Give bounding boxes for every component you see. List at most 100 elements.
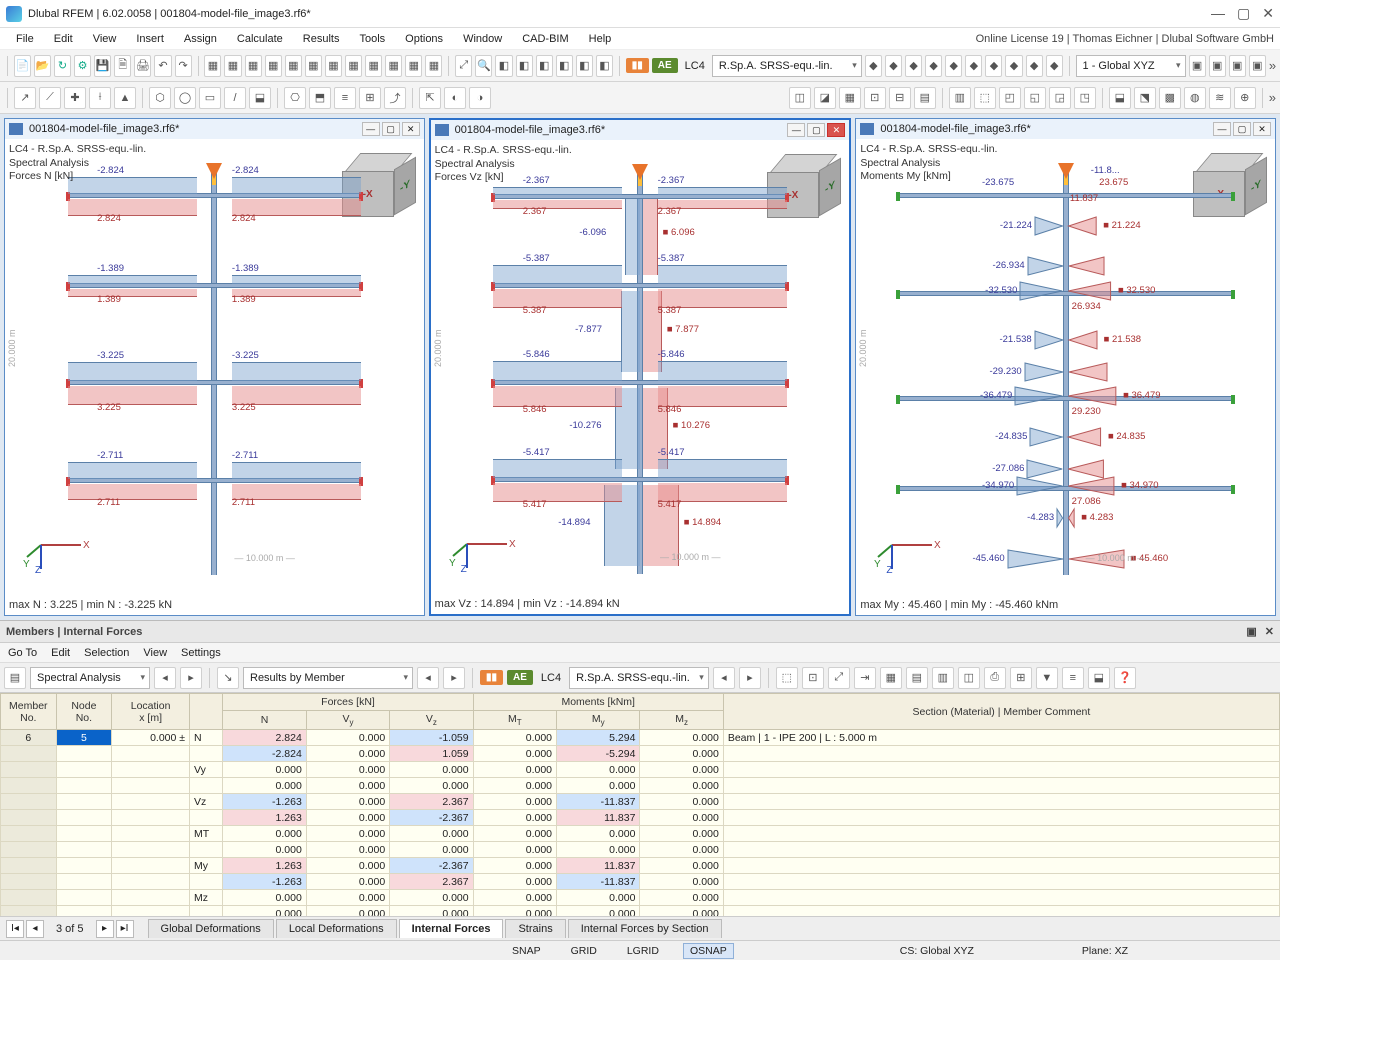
draw-button[interactable]: ◯: [174, 87, 196, 109]
pane-close-button[interactable]: ✕: [1253, 122, 1271, 136]
minimize-button[interactable]: —: [1211, 5, 1225, 22]
draw-button[interactable]: ⟊: [89, 87, 111, 109]
view-button[interactable]: ◧: [596, 55, 613, 77]
misc-button[interactable]: ▣: [1209, 55, 1226, 77]
save-button[interactable]: 💾: [94, 55, 111, 77]
table-tool-button[interactable]: ⤢: [828, 667, 850, 689]
misc-button[interactable]: ▣: [1189, 55, 1206, 77]
cs-indicator[interactable]: CS: Global XYZ: [894, 944, 980, 958]
table-row[interactable]: MT 0.000 0.000 0.000 0.000 0.000 0.000: [1, 826, 1280, 842]
tool-button[interactable]: ▦: [345, 55, 362, 77]
table-tool-button[interactable]: ▥: [932, 667, 954, 689]
col-MT[interactable]: MT: [473, 711, 556, 730]
table-row[interactable]: Vy 0.000 0.000 0.000 0.000 0.000 0.000: [1, 762, 1280, 778]
table-row[interactable]: 0.000 0.000 0.000 0.000 0.000 0.000: [1, 778, 1280, 794]
col-Vy[interactable]: Vy: [306, 711, 389, 730]
cs-selector[interactable]: 1 - Global XYZ: [1076, 55, 1186, 77]
next-resultsby-button[interactable]: ▸: [443, 667, 465, 689]
menu-calculate[interactable]: Calculate: [227, 31, 293, 47]
table-tool-button[interactable]: ⬓: [1088, 667, 1110, 689]
filter-button[interactable]: ⊟: [889, 87, 911, 109]
tool-button[interactable]: ▦: [204, 55, 221, 77]
filter-button[interactable]: ⬚: [974, 87, 996, 109]
pane-canvas[interactable]: LC4 - R.Sp.A. SRSS-equ.-lin.Spectral Ana…: [856, 139, 1275, 615]
table-row[interactable]: 0.000 0.000 0.000 0.000 0.000 0.000: [1, 906, 1280, 916]
results-menu-settings[interactable]: Settings: [181, 647, 221, 659]
table-tool-button[interactable]: ⇥: [854, 667, 876, 689]
table-tool-button[interactable]: ≡: [1062, 667, 1084, 689]
view-button[interactable]: ◧: [495, 55, 512, 77]
draw-button[interactable]: ⬒: [309, 87, 331, 109]
viewport-pane-2[interactable]: 001804-model-file_image3.rf6* — ▢ ✕ LC4 …: [429, 118, 852, 616]
pane-min-button[interactable]: —: [362, 122, 380, 136]
prev-page-button[interactable]: ◂: [26, 920, 44, 938]
result-button[interactable]: ◆: [1026, 55, 1043, 77]
table-row[interactable]: 6 5 0.000 ± N 2.824 0.000 -1.059 0.000 5…: [1, 730, 1280, 746]
filter-button[interactable]: ◱: [1024, 87, 1046, 109]
menu-edit[interactable]: Edit: [44, 31, 83, 47]
analysis-selector[interactable]: Spectral Analysis: [30, 667, 150, 689]
menu-options[interactable]: Options: [395, 31, 453, 47]
col-Mz[interactable]: Mz: [640, 711, 723, 730]
snap-toggle[interactable]: SNAP: [506, 944, 547, 958]
last-page-button[interactable]: ▸I: [116, 920, 134, 938]
results-tab-global-deformations[interactable]: Global Deformations: [148, 919, 274, 938]
menu-tools[interactable]: Tools: [349, 31, 395, 47]
tool-button[interactable]: ▦: [425, 55, 442, 77]
prev-analysis-button[interactable]: ◂: [154, 667, 176, 689]
draw-button[interactable]: ⟋: [39, 87, 61, 109]
draw-button[interactable]: ✚: [64, 87, 86, 109]
menu-assign[interactable]: Assign: [174, 31, 227, 47]
viewport-pane-3[interactable]: 001804-model-file_image3.rf6* — ▢ ✕ LC4 …: [855, 118, 1276, 616]
table-row[interactable]: My 1.263 0.000 -2.367 0.000 11.837 0.000: [1, 858, 1280, 874]
table-tool-button[interactable]: ⎙: [984, 667, 1006, 689]
tool-button[interactable]: ▦: [224, 55, 241, 77]
pane-canvas[interactable]: LC4 - R.Sp.A. SRSS-equ.-lin.Spectral Ana…: [431, 140, 850, 614]
open-button[interactable]: 📂: [34, 55, 51, 77]
table-tool-button[interactable]: ▦: [880, 667, 902, 689]
pane-canvas[interactable]: LC4 - R.Sp.A. SRSS-equ.-lin.Spectral Ana…: [5, 139, 424, 615]
menu-window[interactable]: Window: [453, 31, 512, 47]
lgrid-toggle[interactable]: LGRID: [621, 944, 665, 958]
table-tool-button[interactable]: ⬚: [776, 667, 798, 689]
refresh-button[interactable]: ↻: [54, 55, 71, 77]
menu-view[interactable]: View: [83, 31, 127, 47]
col-node[interactable]: Node No.: [56, 694, 112, 730]
tool-button[interactable]: ▦: [285, 55, 302, 77]
col-My[interactable]: My: [557, 711, 640, 730]
result-button[interactable]: ◆: [865, 55, 882, 77]
menu-file[interactable]: File: [6, 31, 44, 47]
next-page-button[interactable]: ▸: [96, 920, 114, 938]
table-tool-button[interactable]: ⊞: [1010, 667, 1032, 689]
draw-button[interactable]: ↗: [14, 87, 36, 109]
filter-button[interactable]: ⬓: [1109, 87, 1131, 109]
menu-insert[interactable]: Insert: [126, 31, 174, 47]
result-button[interactable]: ◆: [1046, 55, 1063, 77]
menu-cad-bim[interactable]: CAD-BIM: [512, 31, 578, 47]
col-forces[interactable]: Forces [kN]: [223, 694, 473, 711]
draw-button[interactable]: ⇱: [419, 87, 441, 109]
draw-button[interactable]: ⤴: [384, 87, 406, 109]
tool-button[interactable]: ▦: [305, 55, 322, 77]
draw-button[interactable]: ◑: [469, 87, 491, 109]
new-button[interactable]: 📄: [14, 55, 31, 77]
resultsby-icon[interactable]: ↘: [217, 667, 239, 689]
filter-button[interactable]: ▦: [839, 87, 861, 109]
prev-lc-button[interactable]: ◂: [713, 667, 735, 689]
results-undock-icon[interactable]: ▣: [1246, 625, 1256, 638]
draw-button[interactable]: ⊞: [359, 87, 381, 109]
view-button[interactable]: ◧: [516, 55, 533, 77]
filter-button[interactable]: ◫: [789, 87, 811, 109]
draw-button[interactable]: ▭: [199, 87, 221, 109]
view-button[interactable]: ◧: [576, 55, 593, 77]
result-button[interactable]: ◆: [1005, 55, 1022, 77]
filter-button[interactable]: ▩: [1159, 87, 1181, 109]
view-button[interactable]: ◧: [556, 55, 573, 77]
filter-button[interactable]: ◳: [1074, 87, 1096, 109]
pane-close-button[interactable]: ✕: [402, 122, 420, 136]
close-button[interactable]: ✕: [1262, 5, 1274, 22]
table-tool-button[interactable]: ⊡: [802, 667, 824, 689]
plane-indicator[interactable]: Plane: XZ: [1076, 944, 1134, 958]
draw-button[interactable]: ≡: [334, 87, 356, 109]
tool-button[interactable]: ▦: [405, 55, 422, 77]
